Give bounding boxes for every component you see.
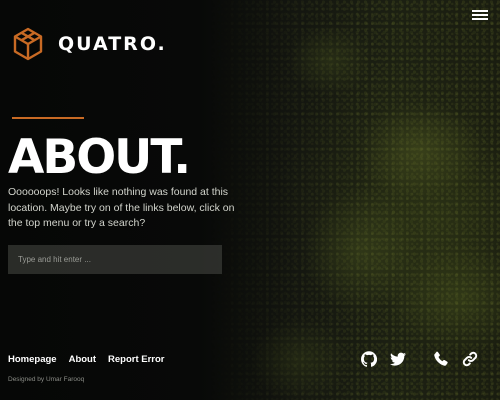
footer-link-report-error[interactable]: Report Error bbox=[108, 354, 164, 365]
designer-credit: Designed by Umar Farooq bbox=[8, 376, 85, 383]
footer-link-homepage[interactable]: Homepage bbox=[8, 354, 57, 365]
page-title: ABOUT. bbox=[8, 130, 191, 185]
hamburger-menu-icon[interactable] bbox=[470, 8, 490, 24]
brand-logo[interactable]: QUATRO. bbox=[10, 26, 167, 62]
link-icon[interactable] bbox=[462, 351, 478, 367]
footer-link-about[interactable]: About bbox=[69, 354, 96, 365]
cube-logo-icon bbox=[10, 26, 46, 62]
github-icon[interactable] bbox=[361, 351, 377, 367]
phone-icon[interactable] bbox=[433, 351, 449, 367]
twitter-icon[interactable] bbox=[390, 351, 406, 367]
footer-nav: Homepage About Report Error bbox=[8, 354, 177, 365]
search-input[interactable] bbox=[8, 245, 222, 274]
brand-name: QUATRO. bbox=[58, 33, 167, 55]
title-accent-line bbox=[12, 117, 84, 119]
not-found-message: Oooooops! Looks like nothing was found a… bbox=[8, 186, 235, 229]
